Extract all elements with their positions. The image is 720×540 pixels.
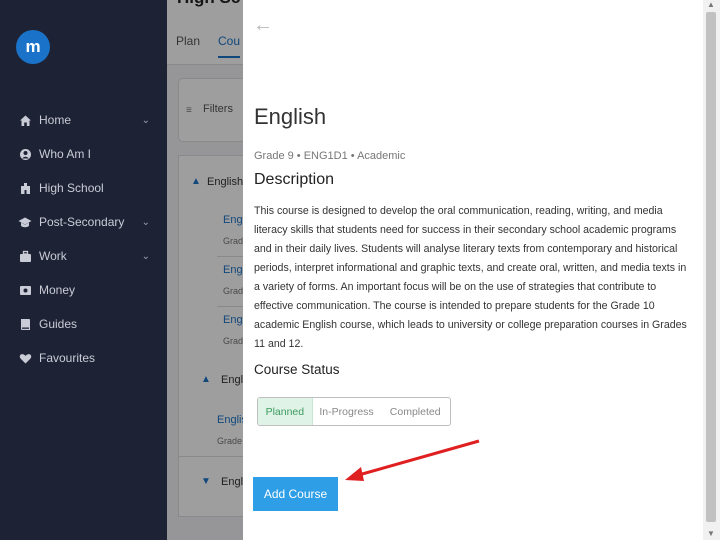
sidebar-item-label: Guides xyxy=(39,317,78,331)
modal-backdrop[interactable] xyxy=(167,0,243,540)
scrollbar[interactable]: ▲ ▼ xyxy=(703,0,720,540)
chevron-down-icon: ⌄ xyxy=(141,250,150,262)
sidebar-item-label: High School xyxy=(39,181,104,195)
sidebar-item-post-secondary[interactable]: Post-Secondary ⌄ xyxy=(0,210,167,234)
book-icon xyxy=(18,317,32,331)
chevron-down-icon: ⌄ xyxy=(141,114,150,126)
sidebar-item-label: Post-Secondary xyxy=(39,215,125,229)
sidebar-item-label: Favourites xyxy=(39,351,96,365)
sidebar-item-label: Work xyxy=(39,249,67,263)
scroll-down-icon[interactable]: ▼ xyxy=(707,529,715,538)
sidebar-item-guides[interactable]: Guides xyxy=(0,312,167,336)
school-icon xyxy=(18,181,32,195)
sidebar-item-label: Money xyxy=(39,283,76,297)
sidebar: m Home ⌄ Who Am I High School Post-Secon… xyxy=(0,0,167,540)
chevron-down-icon: ⌄ xyxy=(141,216,150,228)
briefcase-icon xyxy=(18,249,32,263)
money-icon xyxy=(18,283,32,297)
sidebar-item-high-school[interactable]: High School xyxy=(0,176,167,200)
app-logo[interactable]: m xyxy=(16,30,50,64)
sidebar-item-label: Who Am I xyxy=(39,147,92,161)
course-detail-drawer: ← English Grade 9 • ENG1D1 • Academic De… xyxy=(243,0,703,540)
sidebar-item-money[interactable]: Money xyxy=(0,278,167,302)
scrollbar-thumb[interactable] xyxy=(706,12,716,522)
graduation-cap-icon xyxy=(18,215,32,229)
sidebar-item-who-am-i[interactable]: Who Am I xyxy=(0,142,167,166)
annotation-arrow-icon xyxy=(345,439,480,481)
heart-icon xyxy=(18,351,32,365)
home-icon xyxy=(18,113,32,127)
sidebar-item-work[interactable]: Work ⌄ xyxy=(0,244,167,268)
sidebar-item-favourites[interactable]: Favourites xyxy=(0,346,167,370)
sidebar-item-label: Home xyxy=(39,113,72,127)
scroll-up-icon[interactable]: ▲ xyxy=(707,0,715,9)
sidebar-item-home[interactable]: Home ⌄ xyxy=(0,108,167,132)
person-circle-icon xyxy=(18,147,32,161)
